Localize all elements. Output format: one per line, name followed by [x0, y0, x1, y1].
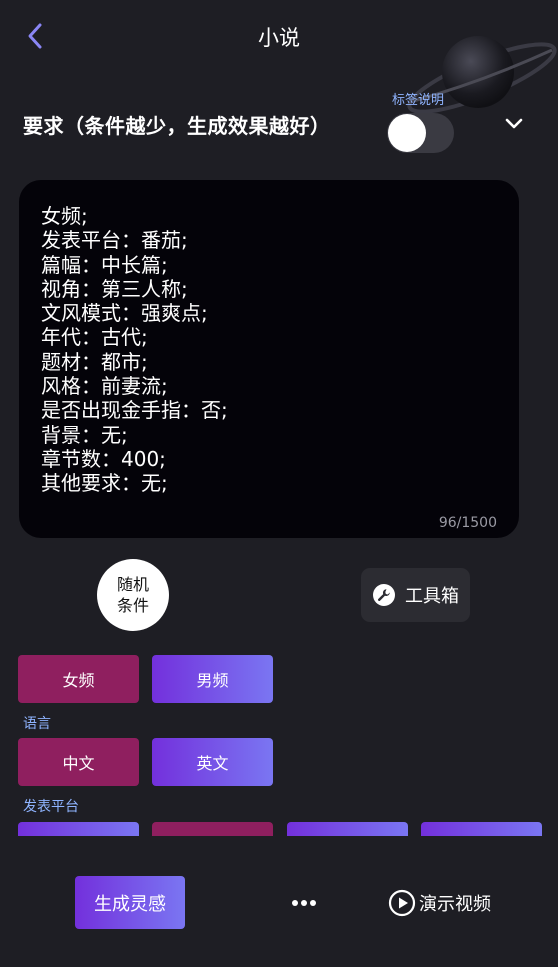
chip-platform[interactable]: [152, 822, 273, 836]
play-circle-icon: [388, 889, 416, 917]
chip-language-english[interactable]: 英文: [152, 738, 273, 786]
requirements-text[interactable]: 女频; 发表平台：番茄; 篇幅：中长篇; 视角：第三人称; 文风模式：强爽点; …: [41, 204, 228, 496]
random-conditions-label: 随机条件: [116, 575, 149, 615]
tag-toggle[interactable]: [387, 113, 454, 153]
random-conditions-button[interactable]: 随机条件: [97, 559, 169, 631]
more-dots-icon: [292, 900, 316, 906]
chip-platform[interactable]: [18, 822, 139, 836]
header: 小说: [0, 0, 558, 76]
chip-language-chinese[interactable]: 中文: [18, 738, 139, 786]
char-count: 96/1500: [438, 515, 497, 531]
chip-gender-male[interactable]: 男频: [152, 655, 273, 703]
requirements-title: 要求（条件越少，生成效果越好）: [23, 114, 331, 138]
section-label-platform: 发表平台: [23, 799, 79, 815]
chip-platform[interactable]: [287, 822, 408, 836]
toggle-knob: [388, 114, 426, 152]
generate-inspiration-button[interactable]: 生成灵感: [75, 876, 185, 929]
tag-help-link[interactable]: 标签说明: [392, 89, 444, 108]
toolbox-button[interactable]: 工具箱: [361, 568, 470, 622]
demo-video-label: 演示视频: [419, 894, 491, 915]
generate-label: 生成灵感: [94, 893, 166, 915]
toolbox-label: 工具箱: [405, 586, 459, 607]
requirements-textarea[interactable]: 女频; 发表平台：番茄; 篇幅：中长篇; 视角：第三人称; 文风模式：强爽点; …: [19, 180, 519, 538]
expand-button[interactable]: [500, 110, 528, 138]
page-title: 小说: [258, 26, 300, 50]
chip-platform[interactable]: [421, 822, 542, 836]
demo-video-button[interactable]: 演示视频: [388, 888, 491, 918]
wrench-icon: [373, 584, 395, 606]
more-button[interactable]: [289, 888, 319, 918]
chip-gender-female[interactable]: 女频: [18, 655, 139, 703]
chevron-down-icon: [505, 118, 523, 129]
platform-chip-row: [0, 820, 558, 836]
section-label-language: 语言: [23, 716, 51, 732]
